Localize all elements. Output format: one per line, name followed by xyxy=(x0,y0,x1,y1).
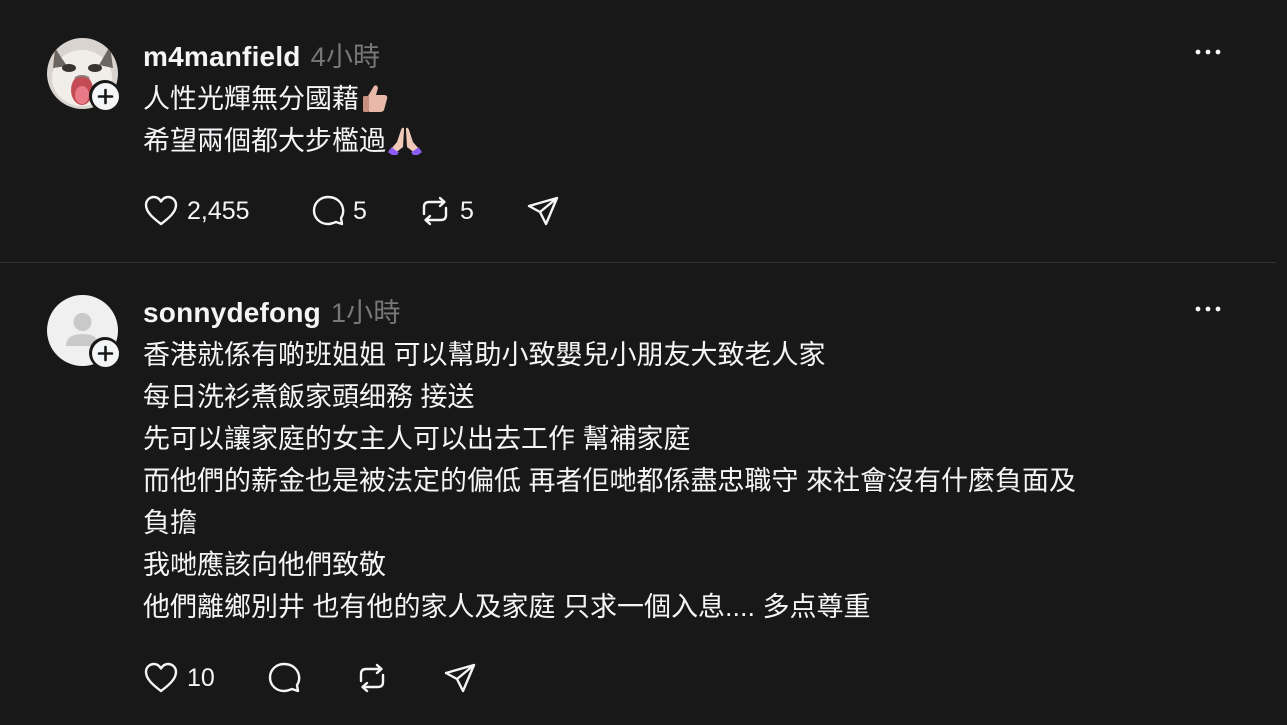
follow-button[interactable] xyxy=(89,80,121,112)
username[interactable]: m4manfield 4小時 xyxy=(143,35,380,74)
post-line: 負擔 xyxy=(143,508,197,538)
heart-icon xyxy=(143,194,179,228)
post-line: 他們離鄉別井 也有他的家人及家庭 只求一個入息.... 多点尊重 xyxy=(143,592,871,622)
post-line: 希望兩個都大步檻過 xyxy=(143,120,1223,162)
reply-button[interactable] xyxy=(267,661,355,695)
username[interactable]: sonnydefong 1小時 xyxy=(143,291,401,330)
repost-button[interactable]: 5 xyxy=(418,194,526,228)
like-count: 2,455 xyxy=(187,196,250,225)
post-line: 先可以讓家庭的女主人可以出去工作 幫補家庭 xyxy=(143,424,691,454)
like-button[interactable]: 10 xyxy=(143,661,267,695)
comment-icon xyxy=(267,661,301,695)
reply-button[interactable]: 5 xyxy=(311,194,418,228)
heart-icon xyxy=(143,661,179,695)
post-time: 1小時 xyxy=(330,298,401,328)
action-bar: 2,455 5 5 xyxy=(143,194,560,228)
post-m4manfield: m4manfield 4小時 人性光輝無分國藉 希望兩個都大步檻過 2,455 5 xyxy=(0,0,1276,262)
reply-count: 5 xyxy=(353,196,367,225)
post-time: 4小時 xyxy=(310,42,381,72)
avatar[interactable] xyxy=(47,295,121,369)
share-icon xyxy=(526,194,560,228)
scrollbar-track[interactable] xyxy=(1276,0,1287,725)
repost-button[interactable] xyxy=(355,661,443,695)
folded-hands-icon xyxy=(388,125,422,158)
post-line: 我哋應該向他們致敬 xyxy=(143,550,386,580)
post-line: 香港就係有啲班姐姐 可以幫助小致嬰兒小朋友大致老人家 xyxy=(143,340,826,370)
post-sonnydefong: sonnydefong 1小時 香港就係有啲班姐姐 可以幫助小致嬰兒小朋友大致老人… xyxy=(0,263,1276,725)
follow-button[interactable] xyxy=(89,337,121,369)
share-icon xyxy=(443,661,477,695)
avatar[interactable] xyxy=(47,38,121,112)
like-button[interactable]: 2,455 xyxy=(143,194,267,228)
like-count: 10 xyxy=(187,663,215,692)
thumbs-up-icon xyxy=(361,83,389,113)
share-button[interactable] xyxy=(526,194,560,228)
action-bar: 10 xyxy=(143,661,477,695)
repost-count: 5 xyxy=(460,196,474,225)
plus-icon xyxy=(91,339,119,367)
repost-icon xyxy=(355,661,389,695)
username-text[interactable]: m4manfield xyxy=(143,41,301,72)
plus-icon xyxy=(91,82,119,110)
more-icon[interactable] xyxy=(1193,45,1223,59)
post-line: 每日洗衫煮飯家頭细務 接送 xyxy=(143,382,475,412)
more-icon[interactable] xyxy=(1193,302,1223,316)
post-body: 香港就係有啲班姐姐 可以幫助小致嬰兒小朋友大致老人家 每日洗衫煮飯家頭细務 接送… xyxy=(143,334,1223,628)
post-body: 人性光輝無分國藉 希望兩個都大步檻過 xyxy=(143,78,1223,162)
comment-icon xyxy=(311,194,345,228)
repost-icon xyxy=(418,194,452,228)
post-line: 人性光輝無分國藉 xyxy=(143,78,1223,120)
post-line: 而他們的薪金也是被法定的偏低 再者佢哋都係盡忠職守 來社會沒有什麼負面及 xyxy=(143,466,1077,496)
share-button[interactable] xyxy=(443,661,477,695)
username-text[interactable]: sonnydefong xyxy=(143,297,321,328)
